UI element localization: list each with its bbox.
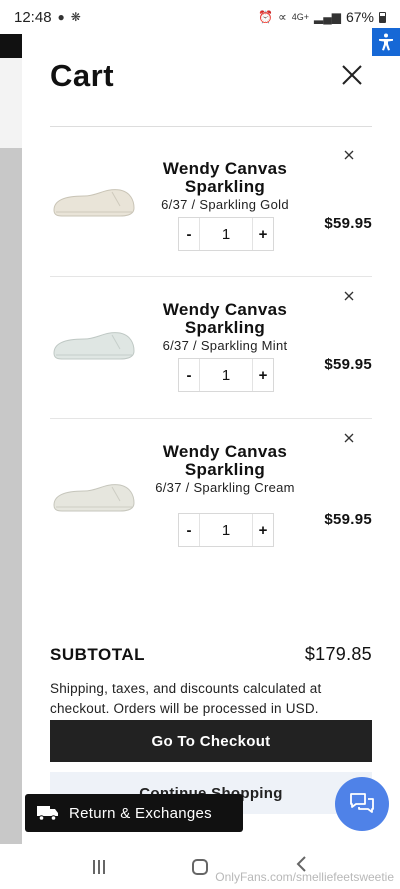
shoe-thumbnail — [53, 484, 135, 512]
returns-exchanges-button[interactable]: Return & Exchanges — [25, 794, 243, 832]
cart-item: Wendy Canvas Sparkling 6/37 / Sparkling … — [50, 277, 372, 419]
remove-item-button[interactable] — [342, 149, 356, 163]
chat-button[interactable] — [335, 777, 389, 831]
background-page — [0, 34, 22, 844]
returns-label: Return & Exchanges — [69, 804, 212, 822]
snapchat-icon: ● — [57, 10, 65, 24]
chat-icon — [350, 793, 374, 813]
subtotal-value: $179.85 — [304, 644, 372, 664]
remove-item-button[interactable] — [342, 432, 356, 446]
close-icon — [344, 150, 354, 160]
close-icon — [342, 65, 362, 85]
item-variant: 6/37 / Sparkling Gold — [161, 197, 289, 212]
decrement-button[interactable]: - — [179, 514, 199, 546]
cart-drawer: Cart Wendy Canvas Sparkling 6/37 / Spark… — [22, 34, 400, 844]
item-variant: 6/37 / Sparkling Mint — [162, 338, 288, 353]
shoe-thumbnail — [53, 332, 135, 360]
quantity-value[interactable]: 1 — [199, 359, 253, 391]
cart-title: Cart — [50, 58, 115, 93]
accessibility-person-icon — [379, 33, 393, 51]
item-price: $59.95 — [324, 356, 372, 373]
cart-item: Wendy Canvas Sparkling 6/37 / Sparkling … — [50, 127, 372, 277]
decrement-button[interactable]: - — [179, 359, 199, 391]
background-header — [0, 34, 22, 58]
cart-item: Wendy Canvas Sparkling 6/37 / Sparkling … — [50, 419, 372, 579]
status-bar: 12:48 ● ❋ ⏰ ∝ 4G+ ▂▄▆ 67% — [0, 0, 400, 34]
item-name[interactable]: Wendy Canvas Sparkling — [150, 160, 300, 196]
item-price: $59.95 — [324, 215, 372, 232]
accessibility-button[interactable] — [372, 28, 400, 56]
battery-percent: 67% — [345, 9, 374, 25]
close-icon — [344, 291, 354, 301]
alarm-icon: ⏰ — [258, 10, 274, 24]
close-cart-button[interactable] — [340, 64, 364, 88]
watermark: OnlyFans.com/smelliefeetsweetie — [215, 870, 394, 884]
status-time: 12:48 — [14, 8, 52, 26]
item-name[interactable]: Wendy Canvas Sparkling — [150, 443, 300, 479]
recent-apps-button[interactable] — [93, 859, 106, 874]
decrement-button[interactable]: - — [179, 218, 199, 250]
quantity-stepper: - 1 + — [178, 513, 274, 547]
signal-icon: ▂▄▆ — [314, 10, 341, 24]
item-variant: 6/37 / Sparkling Cream — [155, 480, 295, 495]
pinwheel-icon: ❋ — [70, 10, 81, 24]
quantity-stepper: - 1 + — [178, 358, 274, 392]
quantity-stepper: - 1 + — [178, 217, 274, 251]
quantity-value[interactable]: 1 — [199, 218, 253, 250]
item-name[interactable]: Wendy Canvas Sparkling — [150, 301, 300, 337]
subtotal-label: SUBTOTAL — [50, 645, 145, 664]
home-button[interactable] — [191, 858, 208, 875]
truck-icon — [37, 806, 58, 821]
increment-button[interactable]: + — [253, 514, 273, 546]
checkout-button[interactable]: Go To Checkout — [50, 720, 372, 762]
network-label: 4G+ — [291, 12, 309, 22]
background-banner — [0, 58, 22, 148]
increment-button[interactable]: + — [253, 218, 273, 250]
checkout-note: Shipping, taxes, and discounts calculate… — [50, 681, 322, 716]
shoe-thumbnail — [53, 189, 135, 217]
remove-item-button[interactable] — [342, 290, 356, 304]
bluetooth-icon: ∝ — [278, 10, 287, 24]
increment-button[interactable]: + — [253, 359, 273, 391]
item-price: $59.95 — [324, 511, 372, 528]
quantity-value[interactable]: 1 — [199, 514, 253, 546]
close-icon — [344, 433, 354, 443]
battery-icon — [379, 11, 386, 23]
